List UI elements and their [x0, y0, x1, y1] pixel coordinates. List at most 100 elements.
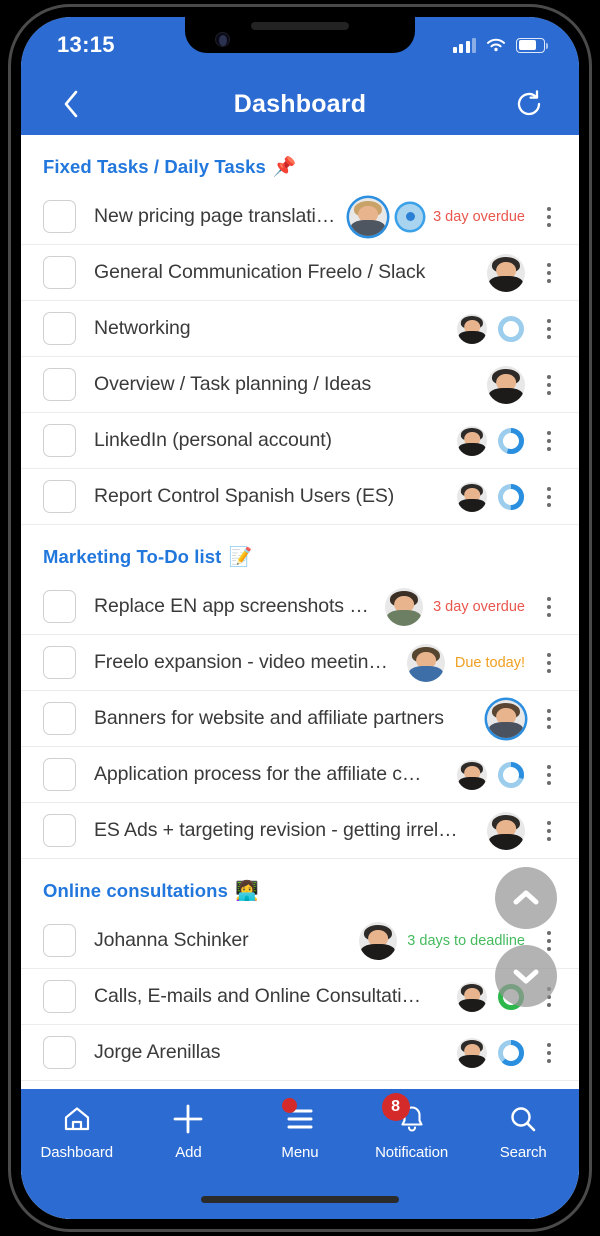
target-indicator-icon[interactable] — [397, 203, 424, 230]
task-row[interactable]: Banners for website and affiliate partne… — [21, 691, 579, 747]
hamburger-menu-icon — [281, 1098, 315, 1135]
avatar[interactable] — [457, 981, 487, 1012]
row-more-options-button[interactable] — [539, 1042, 559, 1063]
bottom-navigation: Dashboard Add Menu 8 Notification Search — [21, 1089, 579, 1219]
avatar-body — [408, 665, 443, 682]
front-camera — [215, 32, 230, 47]
task-row[interactable]: General Communication Freelo / Slack — [21, 245, 579, 301]
back-chevron-icon — [64, 90, 78, 118]
row-more-options-button[interactable] — [539, 262, 559, 283]
nav-item-add[interactable]: Add — [133, 1103, 245, 1161]
task-checkbox[interactable] — [43, 924, 76, 957]
avatar-body — [387, 609, 422, 626]
row-more-options-button[interactable] — [539, 206, 559, 227]
row-more-options-button[interactable] — [539, 764, 559, 785]
row-more-options-button[interactable] — [539, 708, 559, 729]
task-row[interactable]: Replace EN app screenshots … 3 day overdu… — [21, 579, 579, 635]
section-heading-label: Online consultations — [43, 880, 228, 901]
task-checkbox[interactable] — [43, 814, 76, 847]
chevron-down-icon — [513, 969, 539, 984]
task-row-meta: 3 day overdue — [349, 197, 559, 236]
task-checkbox[interactable] — [43, 1036, 76, 1069]
chevron-up-icon — [513, 890, 539, 905]
task-label: New pricing page translati… — [94, 205, 336, 227]
avatar[interactable] — [385, 587, 424, 626]
avatar[interactable] — [457, 759, 487, 790]
avatar[interactable] — [406, 643, 445, 682]
task-list-scroll[interactable]: Fixed Tasks / Daily Tasks 📌 New pricing pa… — [21, 135, 579, 1219]
progress-ring[interactable] — [497, 761, 525, 789]
task-label: Freelo expansion - video meetin… — [94, 651, 388, 673]
row-more-options-button[interactable] — [539, 930, 559, 951]
avatar[interactable] — [487, 365, 525, 404]
avatar[interactable] — [457, 1037, 487, 1068]
avatar[interactable] — [457, 425, 487, 456]
task-checkbox[interactable] — [43, 256, 76, 289]
progress-ring[interactable] — [497, 315, 525, 343]
notification-count-badge: 8 — [381, 1093, 410, 1121]
task-row[interactable]: Application process for the affiliate c… — [21, 747, 579, 803]
status-badge: 3 day overdue — [433, 208, 525, 225]
back-button[interactable] — [51, 84, 91, 124]
nav-item-menu[interactable]: Menu — [244, 1098, 356, 1161]
task-row[interactable]: Johanna Schinker 3 days to deadline — [21, 913, 579, 969]
task-row[interactable]: Networking — [21, 301, 579, 357]
avatar[interactable] — [457, 313, 487, 344]
nav-item-label: Search — [499, 1144, 547, 1161]
task-row[interactable]: New pricing page translati… 3 day overdue — [21, 189, 579, 245]
task-row[interactable]: ES Ads + targeting revision - getting ir… — [21, 803, 579, 859]
section-heading-label: Marketing To-Do list — [43, 546, 222, 567]
avatar[interactable] — [457, 481, 487, 512]
task-checkbox[interactable] — [43, 424, 76, 457]
avatar-body — [458, 998, 486, 1012]
avatar[interactable] — [349, 197, 388, 236]
progress-ring[interactable] — [497, 1039, 525, 1067]
scroll-up-fab[interactable] — [495, 867, 557, 929]
task-label: ES Ads + targeting revision - getting ir… — [94, 819, 458, 841]
status-badge: Due today! — [454, 654, 525, 671]
task-checkbox[interactable] — [43, 646, 76, 679]
row-more-options-button[interactable] — [539, 374, 559, 395]
task-checkbox[interactable] — [43, 590, 76, 623]
task-checkbox[interactable] — [43, 312, 76, 345]
avatar-body — [458, 776, 486, 790]
task-row[interactable]: LinkedIn (personal account) — [21, 413, 579, 469]
avatar[interactable] — [487, 699, 525, 738]
refresh-button[interactable] — [509, 84, 549, 124]
task-checkbox[interactable] — [43, 368, 76, 401]
task-label: Application process for the affiliate c… — [94, 763, 422, 785]
search-icon — [508, 1103, 538, 1135]
task-row[interactable]: Overview / Task planning / Ideas — [21, 357, 579, 413]
wifi-icon — [487, 38, 505, 52]
task-checkbox[interactable] — [43, 980, 76, 1013]
avatar-body — [458, 498, 486, 512]
phone-frame: 13:15 Dashboard Fixed Tasks / Daily Task… — [8, 4, 592, 1232]
task-row[interactable]: Report Control Spanish Users (ES) — [21, 469, 579, 525]
progress-ring[interactable] — [497, 427, 525, 455]
row-more-options-button[interactable] — [539, 430, 559, 451]
task-row[interactable]: Freelo expansion - video meetin… Due toda… — [21, 635, 579, 691]
task-checkbox[interactable] — [43, 480, 76, 513]
scroll-down-fab[interactable] — [495, 945, 557, 1007]
avatar[interactable] — [487, 253, 525, 292]
task-checkbox[interactable] — [43, 200, 76, 233]
task-label: Replace EN app screenshots … — [94, 595, 369, 617]
row-more-options-button[interactable] — [539, 652, 559, 673]
nav-item-notification[interactable]: 8 Notification — [356, 1093, 468, 1161]
task-checkbox[interactable] — [43, 758, 76, 791]
task-row[interactable]: Jorge Arenillas — [21, 1025, 579, 1081]
task-row-meta: Due today! — [406, 643, 559, 682]
row-more-options-button[interactable] — [539, 820, 559, 841]
section-heading-emoji: 📌 — [272, 157, 297, 178]
progress-ring[interactable] — [497, 483, 525, 511]
row-more-options-button[interactable] — [539, 486, 559, 507]
avatar[interactable] — [487, 811, 525, 850]
nav-dot-badge — [281, 1098, 297, 1113]
avatar[interactable] — [359, 921, 398, 960]
nav-item-search[interactable]: Search — [467, 1103, 579, 1161]
nav-item-dashboard[interactable]: Dashboard — [21, 1103, 133, 1161]
row-more-options-button[interactable] — [539, 596, 559, 617]
plus-icon — [171, 1103, 205, 1135]
task-checkbox[interactable] — [43, 702, 76, 735]
row-more-options-button[interactable] — [539, 318, 559, 339]
